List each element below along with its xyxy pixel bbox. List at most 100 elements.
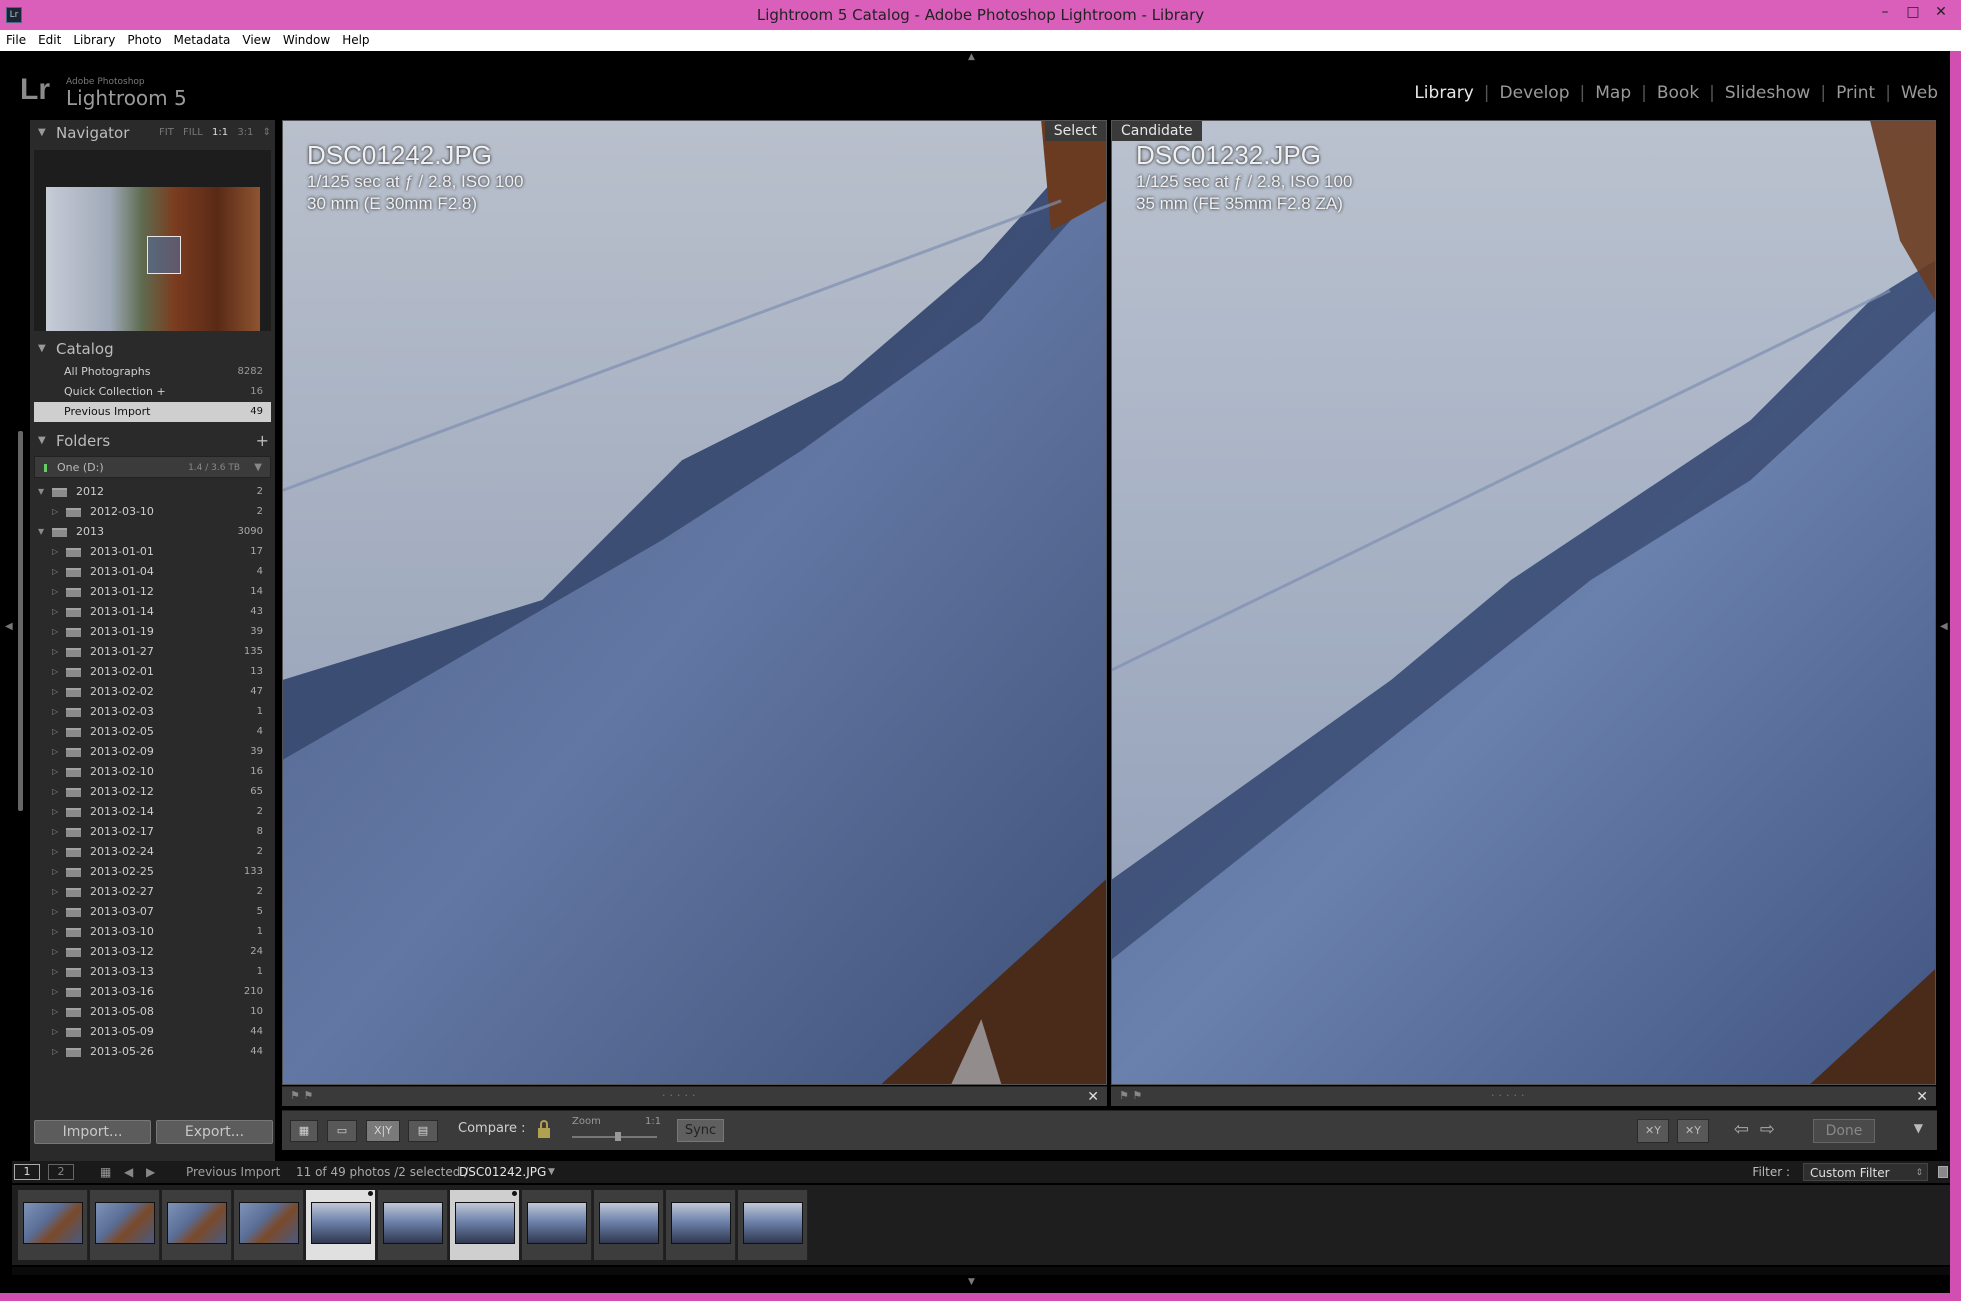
export-button[interactable]: Export... [156, 1120, 273, 1144]
minimize-button[interactable]: – [1871, 0, 1899, 24]
navigator-preview[interactable] [34, 150, 271, 331]
source-label[interactable]: Previous Import [186, 1161, 280, 1183]
filmstrip-thumbnail[interactable] [90, 1190, 160, 1260]
folder-disclosure-icon[interactable]: ▷ [52, 562, 58, 582]
folder-disclosure-icon[interactable]: ▷ [52, 1042, 58, 1062]
loupe-view-icon[interactable]: ▭ [327, 1120, 357, 1142]
grid-view-icon[interactable]: ▦ [290, 1120, 318, 1142]
filter-lock-icon[interactable] [1938, 1166, 1948, 1178]
folder-disclosure-icon[interactable]: ▷ [52, 982, 58, 1002]
folder-disclosure-icon[interactable]: ▷ [52, 702, 58, 722]
folder-row[interactable]: ▷ 2013-03-10 1 [30, 922, 275, 942]
nav-option-chevron-icon[interactable]: ⇕ [263, 127, 271, 138]
survey-view-icon[interactable]: ▤ [408, 1120, 438, 1142]
module-book[interactable]: Book [1647, 83, 1709, 103]
folder-disclosure-icon[interactable]: ▷ [52, 602, 58, 622]
nav-option-3-1[interactable]: 3:1 [237, 127, 253, 138]
folder-row[interactable]: ▷ 2013-03-12 24 [30, 942, 275, 962]
folder-disclosure-icon[interactable]: ▷ [52, 962, 58, 982]
previous-arrow-icon[interactable]: ⇦ [1734, 1119, 1749, 1140]
flag-icon[interactable]: ⚑ ⚑ [290, 1089, 313, 1102]
folder-disclosure-icon[interactable]: ▷ [52, 782, 58, 802]
make-select-icon[interactable]: ✕Y [1677, 1119, 1709, 1143]
folder-row[interactable]: ▷ 2013-02-17 8 [30, 822, 275, 842]
folder-disclosure-icon[interactable]: ▷ [52, 542, 58, 562]
folder-disclosure-icon[interactable]: ▷ [52, 662, 58, 682]
folder-row[interactable]: ▷ 2013-02-09 39 [30, 742, 275, 762]
filmstrip-thumbnail[interactable] [18, 1190, 88, 1260]
filmstrip-thumbnail[interactable] [594, 1190, 664, 1260]
folder-row[interactable]: ▷ 2013-03-16 210 [30, 982, 275, 1002]
catalog-item[interactable]: Quick Collection + 16 [34, 382, 271, 402]
folder-disclosure-icon[interactable]: ▷ [52, 582, 58, 602]
add-folder-icon[interactable]: + [256, 428, 269, 454]
navigator-zoom-box[interactable] [147, 236, 181, 274]
module-print[interactable]: Print [1826, 83, 1885, 103]
menu-edit[interactable]: Edit [32, 30, 67, 51]
catalog-item[interactable]: Previous Import 49 [34, 402, 271, 422]
zoom-slider-handle[interactable] [615, 1132, 621, 1141]
done-button[interactable]: Done [1813, 1119, 1875, 1143]
bottom-panel-toggle-icon[interactable]: ▼ [968, 1277, 975, 1287]
filmstrip-thumbnail[interactable] [234, 1190, 304, 1260]
folder-disclosure-icon[interactable]: ▷ [52, 822, 58, 842]
close-select-icon[interactable]: ✕ [1087, 1087, 1099, 1107]
collapse-triangle-icon[interactable]: ▼ [38, 336, 46, 362]
module-map[interactable]: Map [1585, 83, 1641, 103]
filmstrip-scrollbar[interactable] [12, 1267, 1950, 1275]
navigator-thumbnail[interactable] [46, 187, 260, 331]
folder-row[interactable]: ▷ 2013-02-03 1 [30, 702, 275, 722]
filmstrip-thumbnail[interactable] [450, 1190, 520, 1260]
filename-dropdown-icon[interactable]: ▼ [548, 1161, 555, 1183]
lock-icon[interactable] [537, 1120, 551, 1138]
rating-dots[interactable]: ····· [1491, 1089, 1528, 1102]
left-panel-scrollbar[interactable] [18, 431, 23, 811]
folder-row[interactable]: ▷ 2013-02-27 2 [30, 882, 275, 902]
collapse-triangle-icon[interactable]: ▼ [38, 428, 46, 454]
folder-row[interactable]: ▷ 2013-05-26 44 [30, 1042, 275, 1062]
folder-disclosure-icon[interactable]: ▷ [52, 902, 58, 922]
filmstrip-thumbnail[interactable] [738, 1190, 808, 1260]
catalog-header[interactable]: ▼ Catalog [30, 336, 275, 362]
folder-disclosure-icon[interactable]: ▷ [52, 722, 58, 742]
folder-disclosure-icon[interactable]: ▷ [52, 922, 58, 942]
folder-disclosure-icon[interactable]: ▷ [52, 862, 58, 882]
folder-disclosure-icon[interactable]: ▷ [52, 642, 58, 662]
filmstrip-thumbnail[interactable] [162, 1190, 232, 1260]
folder-row[interactable]: ▷ 2013-02-25 133 [30, 862, 275, 882]
folder-row[interactable]: ▷ 2013-02-12 65 [30, 782, 275, 802]
folder-row[interactable]: ▷ 2013-02-14 2 [30, 802, 275, 822]
folder-row[interactable]: ▷ 2013-01-04 4 [30, 562, 275, 582]
folder-disclosure-icon[interactable]: ▷ [52, 762, 58, 782]
folder-disclosure-icon[interactable]: ▷ [52, 502, 58, 522]
nav-option-fit[interactable]: FIT [159, 127, 174, 138]
module-web[interactable]: Web [1891, 83, 1948, 103]
right-panel-toggle-icon[interactable]: ◀ [1940, 621, 1948, 632]
folder-disclosure-icon[interactable]: ▷ [52, 1002, 58, 1022]
menu-metadata[interactable]: Metadata [168, 30, 237, 51]
folder-disclosure-icon[interactable]: ▷ [52, 842, 58, 862]
grid-icon[interactable]: ▦ [100, 1161, 111, 1183]
folder-row[interactable]: ▷ 2012-03-10 2 [30, 502, 275, 522]
catalog-item[interactable]: All Photographs 8282 [34, 362, 271, 382]
folder-disclosure-icon[interactable]: ▷ [52, 622, 58, 642]
folder-row[interactable]: ▷ 2013-02-10 16 [30, 762, 275, 782]
menu-library[interactable]: Library [67, 30, 121, 51]
swap-icon[interactable]: ✕Y [1637, 1119, 1669, 1143]
folder-row[interactable]: ▷ 2013-03-07 5 [30, 902, 275, 922]
menu-view[interactable]: View [236, 30, 276, 51]
candidate-image-pane[interactable]: Candidate DSC01232.JPG 1/125 sec at ƒ / … [1111, 120, 1936, 1085]
select-photo[interactable] [283, 121, 1106, 1084]
nav-option-1-1[interactable]: 1:1 [212, 127, 228, 138]
left-panel-toggle-icon[interactable]: ◀ [5, 621, 13, 632]
folder-row[interactable]: ▷ 2013-01-14 43 [30, 602, 275, 622]
module-develop[interactable]: Develop [1490, 83, 1580, 103]
filter-select[interactable]: Custom Filter ⇕ [1803, 1163, 1928, 1181]
folder-row[interactable]: ▷ 2013-01-19 39 [30, 622, 275, 642]
folder-row[interactable]: ▷ 2013-01-27 135 [30, 642, 275, 662]
current-filename[interactable]: DSC01242.JPG [459, 1161, 546, 1183]
navigator-header[interactable]: ▼ Navigator FIT FILL 1:1 3:1 ⇕ [30, 120, 275, 146]
maximize-button[interactable]: □ [1899, 0, 1927, 24]
folder-row[interactable]: ▷ 2013-05-09 44 [30, 1022, 275, 1042]
folder-row[interactable]: ▷ 2013-01-12 14 [30, 582, 275, 602]
